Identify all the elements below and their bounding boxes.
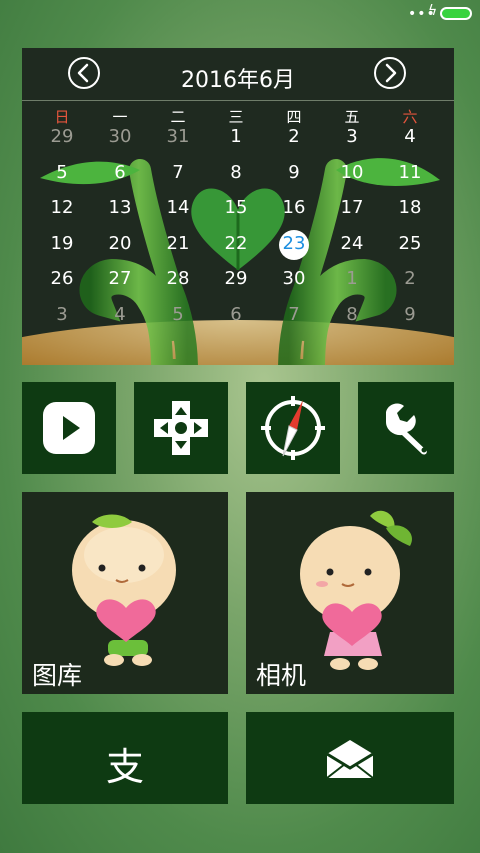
charging-icon: ϟ (428, 3, 438, 19)
mail-icon (326, 740, 374, 779)
weekday-label: 四 (286, 108, 302, 126)
weekday-label: 一 (112, 108, 128, 126)
calendar-day[interactable]: 6 (91, 162, 149, 183)
doll-illustration (300, 510, 412, 670)
calendar-day[interactable]: 2 (381, 268, 439, 289)
compass-icon (261, 396, 325, 460)
calendar-day[interactable]: 9 (381, 304, 439, 325)
calendar-day[interactable]: 12 (33, 197, 91, 218)
wrench-icon (386, 403, 427, 455)
calendar-day[interactable]: 17 (323, 197, 381, 218)
calendar-day[interactable]: 5 (33, 162, 91, 183)
alipay-app-tile[interactable]: 支 (22, 712, 228, 804)
calendar-day[interactable]: 7 (265, 304, 323, 325)
calendar-day[interactable]: 2 (265, 126, 323, 147)
calendar-widget[interactable]: 2016年6月 日 一 二 三 四 五 六 29 30 31 1 2 3 4 5 6 7 8 9 10 1… (22, 48, 454, 365)
calendar-day-today[interactable]: 23 (265, 233, 323, 254)
calendar-day[interactable]: 19 (33, 233, 91, 254)
calendar-day[interactable]: 4 (381, 126, 439, 147)
video-app-tile[interactable] (22, 382, 116, 474)
calendar-header: 2016年6月 (22, 48, 454, 101)
calendar-day[interactable]: 20 (91, 233, 149, 254)
game-app-tile[interactable] (134, 382, 228, 474)
alipay-icon: 支 (105, 745, 144, 789)
calendar-day[interactable]: 30 (91, 126, 149, 147)
compass-app-tile[interactable] (246, 382, 340, 474)
calendar-day[interactable]: 18 (381, 197, 439, 218)
calendar-day[interactable]: 3 (33, 304, 91, 325)
calendar-day[interactable]: 28 (149, 268, 207, 289)
weekday-label: 六 (402, 108, 418, 126)
calendar-day[interactable]: 11 (381, 162, 439, 183)
calendar-day[interactable]: 30 (265, 268, 323, 289)
gamepad-icon (154, 401, 208, 455)
calendar-day[interactable]: 21 (149, 233, 207, 254)
weekday-label: 三 (228, 108, 244, 126)
mail-app-tile[interactable] (246, 712, 454, 804)
calendar-day[interactable]: 1 (323, 268, 381, 289)
gallery-app-tile[interactable]: 图库 (22, 492, 228, 694)
calendar-day[interactable]: 25 (381, 233, 439, 254)
calendar-day[interactable]: 14 (149, 197, 207, 218)
weekday-label: 日 (54, 108, 70, 126)
calendar-day[interactable]: 3 (323, 126, 381, 147)
calendar-day[interactable]: 29 (207, 268, 265, 289)
calendar-day[interactable]: 22 (207, 233, 265, 254)
calendar-day[interactable]: 27 (91, 268, 149, 289)
calendar-day[interactable]: 1 (207, 126, 265, 147)
calendar-day[interactable]: 10 (323, 162, 381, 183)
camera-label: 相机 (256, 661, 307, 690)
calendar-day[interactable]: 26 (33, 268, 91, 289)
calendar-day[interactable]: 16 (265, 197, 323, 218)
calendar-day[interactable]: 6 (207, 304, 265, 325)
calendar-day[interactable]: 9 (265, 162, 323, 183)
calendar-day[interactable]: 31 (149, 126, 207, 147)
calendar-day[interactable]: 7 (149, 162, 207, 183)
weekday-label: 五 (344, 108, 360, 126)
weekday-label: 二 (170, 108, 186, 126)
calendar-day[interactable]: 13 (91, 197, 149, 218)
calendar-day[interactable]: 4 (91, 304, 149, 325)
calendar-day[interactable]: 15 (207, 197, 265, 218)
camera-app-tile[interactable]: 相机 (246, 492, 454, 694)
next-month-button[interactable] (374, 57, 406, 89)
calendar-day[interactable]: 24 (323, 233, 381, 254)
calendar-day[interactable]: 29 (33, 126, 91, 147)
status-bar: ••• ϟ (0, 0, 480, 28)
calendar-day[interactable]: 8 (207, 162, 265, 183)
calendar-day[interactable]: 5 (149, 304, 207, 325)
battery-icon (440, 7, 472, 20)
gallery-label: 图库 (32, 661, 83, 690)
doll-illustration (72, 514, 176, 666)
play-icon (43, 402, 95, 454)
settings-app-tile[interactable] (358, 382, 454, 474)
calendar-day[interactable]: 8 (323, 304, 381, 325)
